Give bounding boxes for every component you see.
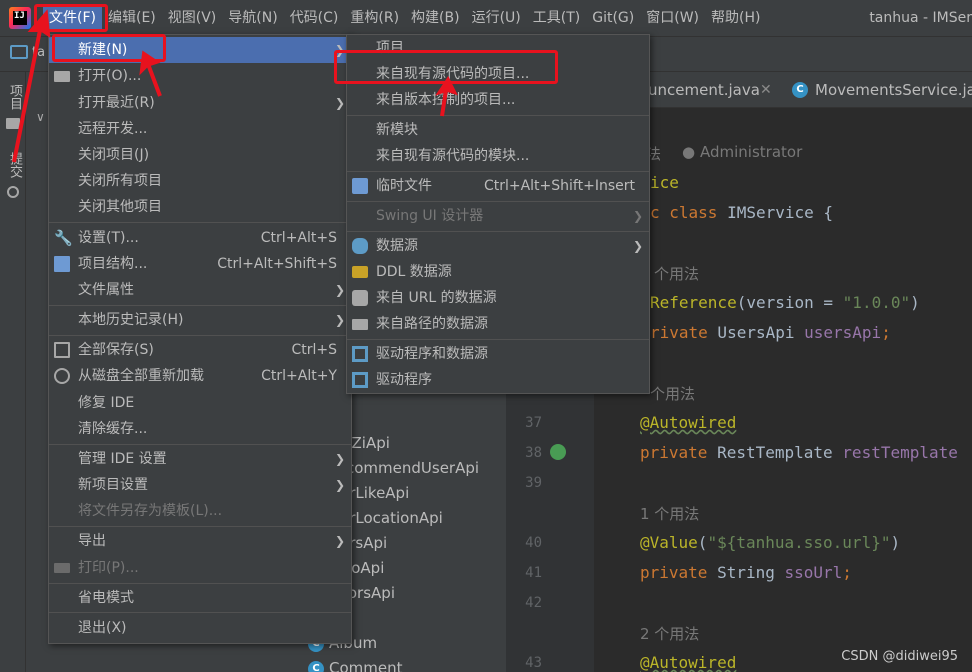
annotation-arrow [12, 9, 51, 163]
watermark: CSDN @didiwei95 [841, 649, 958, 664]
annotation-arrows [12, 9, 458, 163]
annotation-arrow [139, 50, 162, 97]
annotation-arrow [435, 76, 458, 117]
